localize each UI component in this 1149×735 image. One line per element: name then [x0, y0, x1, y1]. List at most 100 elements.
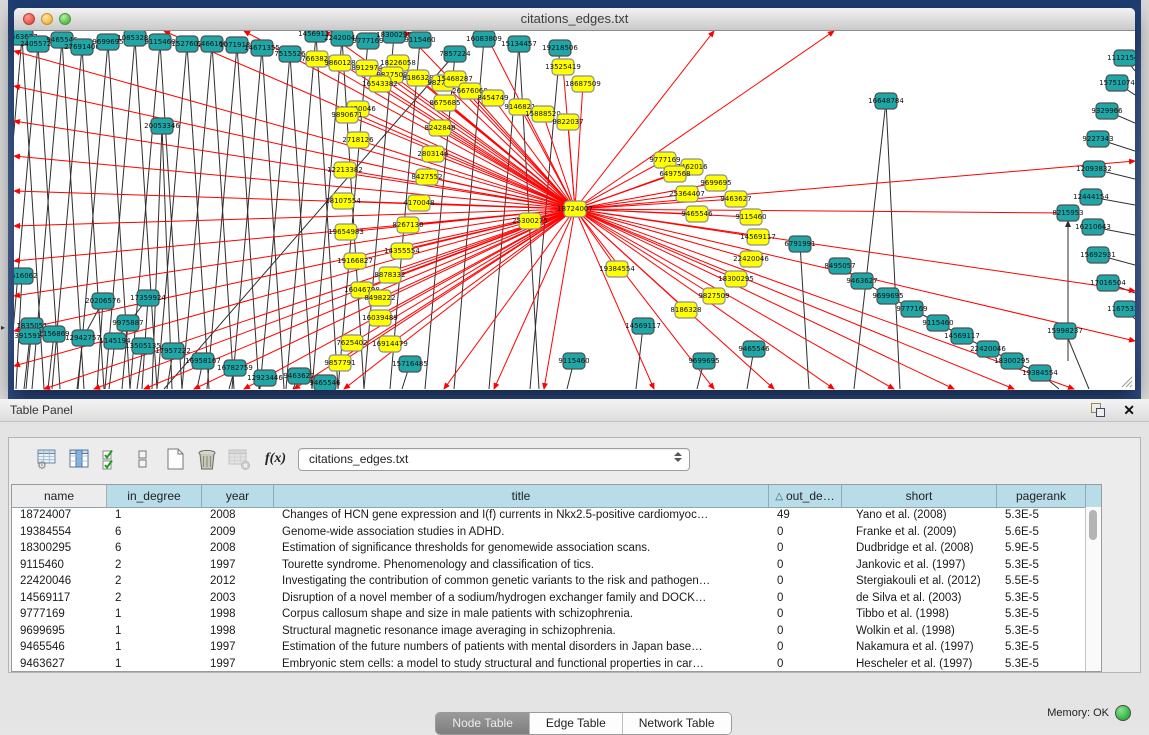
graph-node-label: 19384554 — [1022, 369, 1058, 377]
graph-node-label: 12444154 — [1073, 193, 1109, 201]
cell-pagerank: 5.9E-5 — [997, 542, 1086, 554]
column-header-title[interactable]: title — [274, 485, 769, 507]
graph-edge — [575, 209, 751, 259]
table-row[interactable]: 946362711997Embryonic stem cells: a mode… — [12, 656, 1086, 672]
graph-node-label: 8267130 — [392, 221, 423, 229]
table-scrollbar[interactable] — [1085, 507, 1101, 671]
cell-pagerank: 5.3E-5 — [997, 608, 1086, 620]
table-selector-dropdown[interactable]: citations_edges.txt — [298, 448, 690, 471]
citation-network-graph[interactable]: 9463627240557249465546276914069699695108… — [14, 31, 1135, 390]
graph-edge — [14, 51, 575, 209]
close-panel-icon[interactable]: ✕ — [1123, 401, 1135, 419]
left-panel-strip: ▸ — [0, 0, 8, 400]
table-panel: Table Panel ✕ ⚙f(x)citations_edges.txt n… — [0, 399, 1149, 727]
graph-node-label: 18226058 — [380, 59, 416, 67]
cell-name: 19384554 — [12, 526, 107, 538]
status-bar: Memory: OK — [0, 700, 1149, 727]
cell-short: Nakamura et al. (1997) — [842, 641, 997, 653]
table-row[interactable]: 911546021997Tourette syndrome. Phenomeno… — [12, 557, 1086, 574]
cell-name: 9777169 — [12, 608, 107, 620]
cell-name: 9115460 — [12, 559, 107, 571]
cell-in_degree: 2 — [107, 592, 202, 604]
cell-year: 1997 — [202, 641, 274, 653]
network-canvas[interactable]: 9463627240557249465546276914069699695108… — [14, 31, 1135, 390]
cell-short: Stergiakouli et al. (2012) — [842, 575, 997, 587]
table-row[interactable]: 969969511998Structural magnetic resonanc… — [12, 623, 1086, 640]
table-row[interactable]: 2242004622012Investigating the contribut… — [12, 573, 1086, 590]
cell-name: 9699695 — [12, 625, 107, 637]
graph-edge — [164, 31, 575, 209]
graph-node-label: 9890671 — [331, 111, 362, 119]
graph-node-label: 8498222 — [364, 294, 395, 302]
graph-edge — [886, 101, 900, 389]
graph-node-label: 9699695 — [688, 357, 719, 365]
graph-node-label: 9227343 — [1082, 135, 1113, 143]
memory-status-indicator[interactable] — [1115, 705, 1131, 721]
graph-node-label: 19654983 — [328, 228, 364, 236]
graph-node-label: 9463627 — [846, 277, 877, 285]
graph-node-label: 14569117 — [625, 322, 661, 330]
cell-name: 9463627 — [12, 658, 107, 670]
show-columns-icon[interactable] — [67, 447, 91, 471]
table-settings-icon[interactable]: ⚙ — [35, 447, 59, 471]
resize-grip-icon[interactable] — [1119, 374, 1133, 388]
function-builder-icon[interactable]: f(x) — [265, 451, 286, 467]
graph-node-label: 9975887 — [112, 319, 143, 327]
network-window-titlebar[interactable]: citations_edges.txt — [14, 8, 1135, 31]
table-row[interactable]: 977716911998Corpus callosum shape and si… — [12, 606, 1086, 623]
graph-node-label: 9777169 — [896, 305, 927, 313]
left-panel-expand-arrow[interactable]: ▸ — [1, 324, 5, 332]
cell-in_degree: 6 — [107, 526, 202, 538]
graph-edge — [575, 209, 894, 389]
table-row[interactable]: 1456911722003Disruption of a novel membe… — [12, 590, 1086, 607]
select-all-icon[interactable] — [99, 447, 123, 471]
graph-node-label: 17016504 — [1090, 279, 1126, 287]
cell-title: Genome-wide association studies in ADHD. — [274, 526, 769, 538]
graph-node-label: 17957222 — [155, 347, 191, 355]
new-column-icon[interactable] — [163, 447, 187, 471]
svg-text:⚙: ⚙ — [37, 460, 47, 471]
delete-table-icon[interactable] — [227, 447, 251, 471]
column-header-out_de[interactable]: △out_de… — [769, 485, 842, 507]
cell-in_degree: 1 — [107, 641, 202, 653]
table-row[interactable]: 1830029562008Estimation of significance … — [12, 540, 1086, 557]
graph-node-label: 13525419 — [545, 63, 581, 71]
cell-year: 2009 — [202, 526, 274, 538]
unselect-all-icon[interactable] — [131, 447, 155, 471]
graph-node-label: 14355554 — [384, 247, 420, 255]
graph-node-label: 14569117 — [944, 332, 980, 340]
float-panel-icon[interactable] — [1091, 403, 1105, 417]
column-header-pagerank[interactable]: pagerank — [997, 485, 1086, 507]
cell-pagerank: 5.3E-5 — [997, 658, 1086, 670]
column-header-year[interactable]: year — [202, 485, 274, 507]
graph-node-label: 15134457 — [501, 40, 537, 48]
table-scrollbar-thumb[interactable] — [1089, 510, 1097, 540]
cell-out_de: 0 — [769, 575, 842, 587]
right-panel-strip — [1141, 0, 1149, 400]
cell-pagerank: 5.6E-5 — [997, 526, 1086, 538]
graph-edge — [854, 101, 886, 389]
cell-out_de: 0 — [769, 526, 842, 538]
cell-out_de: 0 — [769, 592, 842, 604]
column-header-name[interactable]: name — [12, 485, 107, 507]
graph-edge — [44, 209, 575, 389]
graph-edge — [433, 154, 575, 209]
table-row[interactable]: 1872400712008Changes of HCN gene express… — [12, 507, 1086, 524]
table-row[interactable]: 946554611997Estimation of the future num… — [12, 639, 1086, 656]
graph-node-label: 18107554 — [325, 197, 361, 205]
delete-column-icon[interactable] — [195, 447, 219, 471]
cell-year: 1998 — [202, 608, 274, 620]
column-header-in_degree[interactable]: in_degree — [107, 485, 202, 507]
graph-edge — [14, 209, 575, 366]
table-row[interactable]: 1938455462009Genome-wide association stu… — [12, 524, 1086, 541]
graph-node-label: 6791991 — [784, 240, 815, 248]
cell-pagerank: 5.3E-5 — [997, 592, 1086, 604]
graph-node-label: 6497568 — [659, 170, 690, 178]
table-selector-value: citations_edges.txt — [299, 452, 408, 466]
graph-edge — [575, 31, 714, 209]
graph-node-label: 17359924 — [130, 294, 166, 302]
graph-node-label: 9115460 — [922, 319, 953, 327]
cell-year: 2008 — [202, 542, 274, 554]
graph-node-label: 16083809 — [466, 35, 502, 43]
column-header-short[interactable]: short — [842, 485, 997, 507]
